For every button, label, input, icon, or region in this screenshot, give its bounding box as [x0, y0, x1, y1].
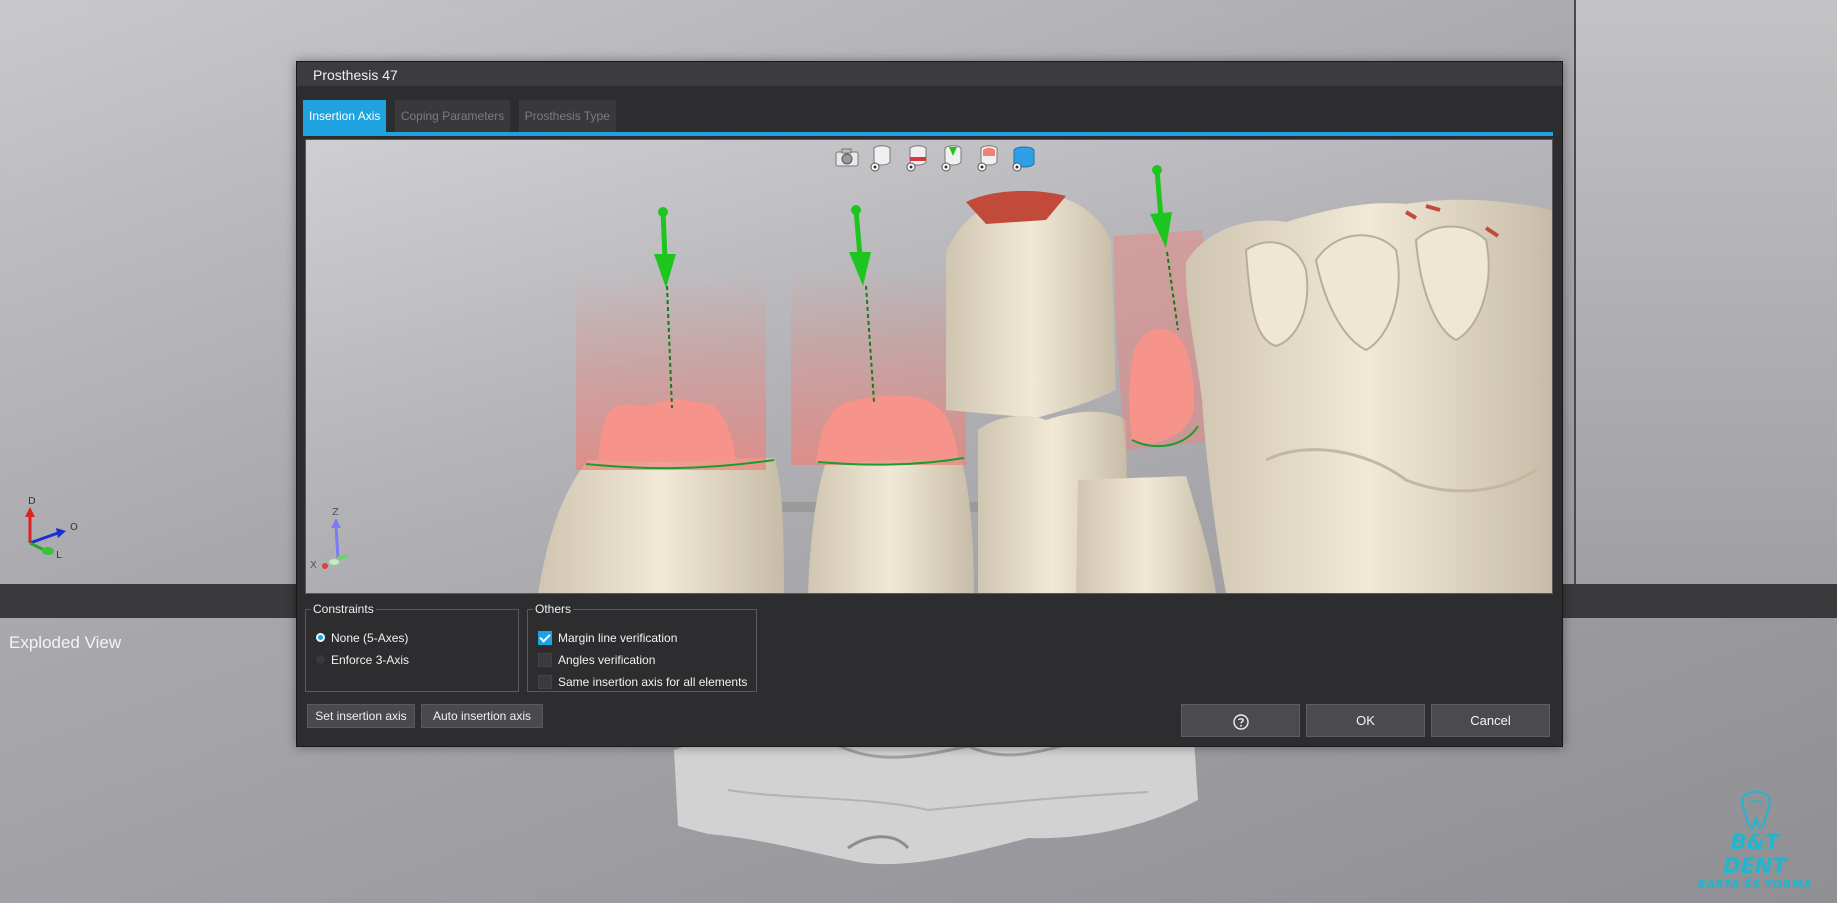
3d-viewport[interactable]: Z X — [305, 139, 1553, 594]
tab-coping-parameters[interactable]: Coping Parameters — [394, 100, 511, 132]
gizmo-label-l: L — [56, 550, 62, 561]
checkbox-indicator[interactable] — [538, 674, 552, 689]
viewport-gizmo-label-z: Z — [332, 507, 339, 518]
others-group: Others Margin line verification Angles v… — [527, 602, 757, 692]
gizmo-label-d: D — [28, 496, 36, 507]
checkbox-indicator[interactable] — [538, 630, 552, 645]
tooth-icon — [1741, 790, 1771, 830]
checkbox-label: Same insertion axis for all elements — [558, 675, 748, 689]
view-toolbar — [834, 144, 1042, 174]
prosthesis-dialog: Prosthesis 47 Insertion Axis Coping Para… — [296, 61, 1563, 747]
tooth-solid-icon[interactable] — [1011, 144, 1037, 172]
checkbox-margin-line-verification[interactable]: Margin line verification — [538, 630, 677, 646]
tooth-outline-icon[interactable] — [869, 144, 895, 172]
help-button[interactable] — [1181, 704, 1300, 737]
tooth-margin-icon[interactable] — [905, 144, 931, 172]
viewport-axis-gizmo-icon: Z X — [310, 507, 349, 571]
checkbox-label: Margin line verification — [558, 631, 678, 645]
checkbox-indicator[interactable] — [538, 652, 552, 667]
radio-label: Enforce 3-Axis — [331, 653, 410, 667]
dialog-title: Prosthesis 47 — [297, 62, 1562, 86]
checkbox-label: Angles verification — [558, 653, 656, 667]
tooth-insertion-icon[interactable] — [940, 144, 966, 172]
radio-indicator[interactable] — [316, 633, 325, 643]
axis-gizmo-icon: D O L — [25, 496, 78, 561]
tooth-prep-icon[interactable] — [976, 144, 1002, 172]
constraints-group: Constraints None (5-Axes) Enforce 3-Axis — [305, 602, 519, 692]
radio-label: None (5-Axes) — [331, 631, 409, 645]
question-circle-icon — [1232, 713, 1249, 730]
radio-indicator[interactable] — [316, 655, 325, 665]
tab-underline — [303, 132, 1553, 136]
dental-model-lower — [674, 732, 1198, 865]
auto-insertion-axis-button[interactable]: Auto insertion axis — [421, 704, 543, 728]
tab-bar: Insertion Axis Coping Parameters Prosthe… — [303, 100, 620, 132]
gizmo-label-o: O — [70, 522, 78, 533]
exploded-view-label: Exploded View — [9, 633, 122, 652]
others-legend: Others — [535, 602, 572, 616]
ok-button[interactable]: OK — [1306, 704, 1425, 737]
logo-subtitle: BARTA ÉS TORMA — [1697, 878, 1813, 891]
radio-enforce-3-axis[interactable]: Enforce 3-Axis — [316, 652, 409, 668]
tab-insertion-axis[interactable]: Insertion Axis — [303, 100, 387, 132]
tab-prosthesis-type[interactable]: Prosthesis Type — [518, 100, 616, 132]
constraints-legend: Constraints — [313, 602, 374, 616]
checkbox-same-insertion-axis[interactable]: Same insertion axis for all elements — [538, 674, 747, 690]
set-insertion-axis-button[interactable]: Set insertion axis — [307, 704, 415, 728]
cancel-button[interactable]: Cancel — [1431, 704, 1550, 737]
right-side-panel — [1574, 0, 1837, 616]
dental-scene — [538, 165, 1552, 593]
company-logo: B&T DENT BARTA ÉS TORMA — [1696, 790, 1814, 891]
camera-icon[interactable] — [834, 144, 860, 172]
viewport-gizmo-label-x: X — [310, 560, 317, 571]
checkbox-angles-verification[interactable]: Angles verification — [538, 652, 655, 668]
logo-title: B&T DENT — [1723, 830, 1787, 878]
radio-none-5-axes[interactable]: None (5-Axes) — [316, 630, 408, 646]
